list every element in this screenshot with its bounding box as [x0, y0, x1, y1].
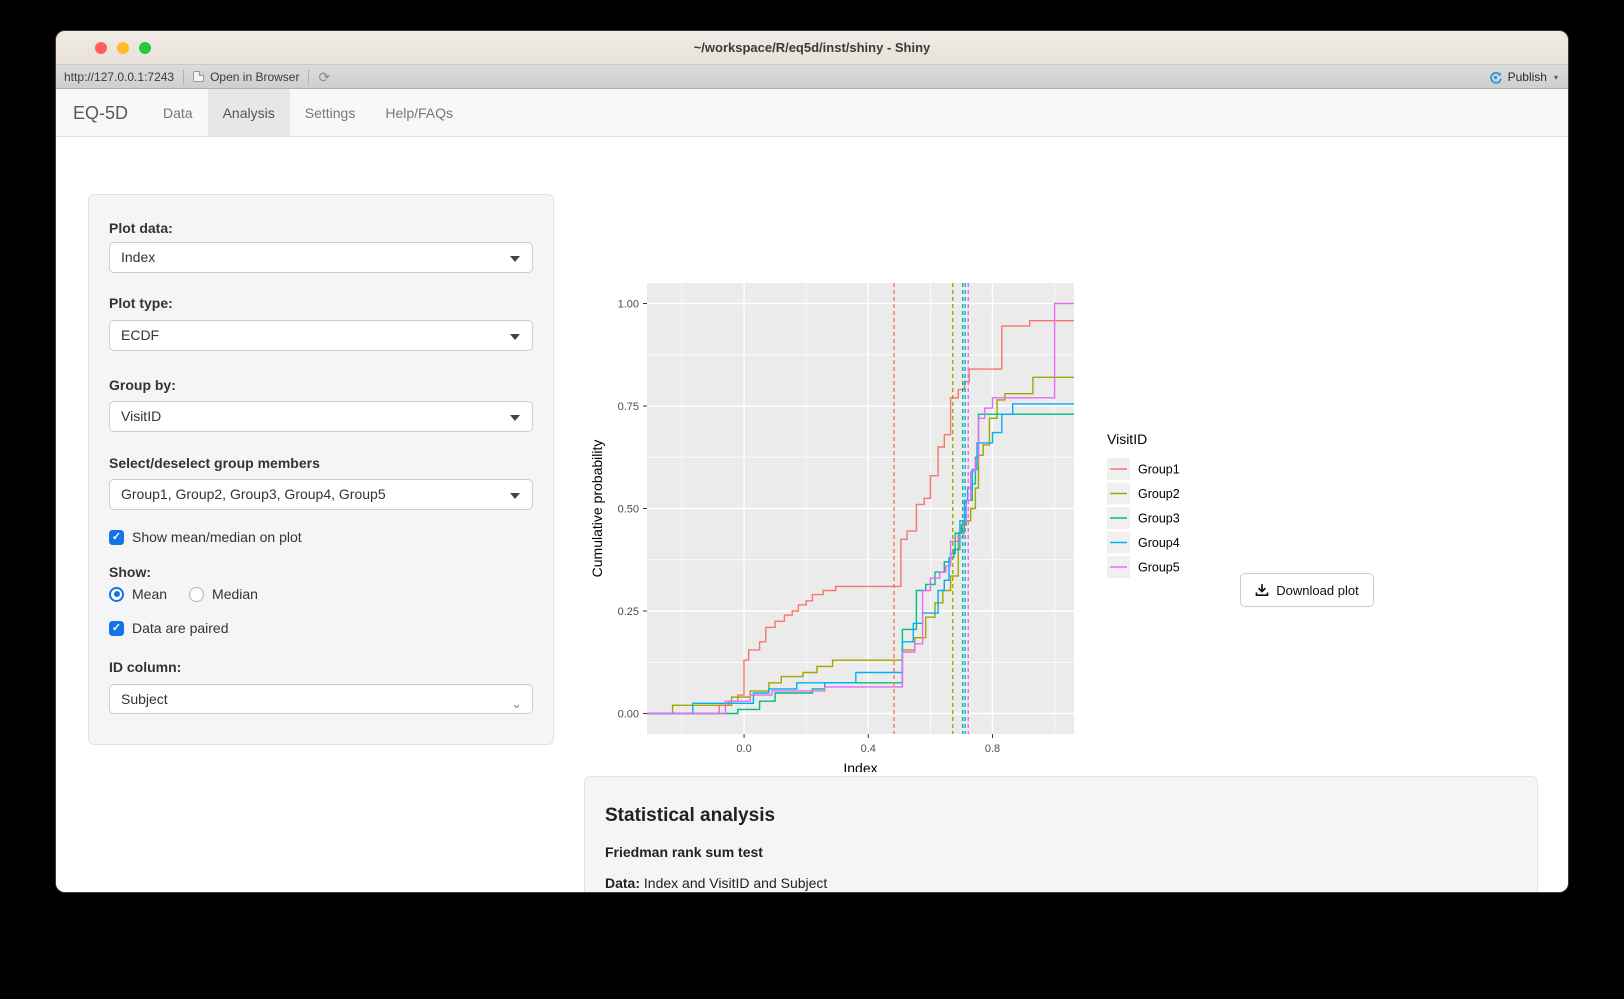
- id-column-select[interactable]: Subject ⌄: [109, 684, 533, 714]
- chevron-down-icon: ⌄: [511, 689, 522, 718]
- download-icon: [1255, 583, 1269, 597]
- stats-test-name: Friedman rank sum test: [605, 844, 1517, 860]
- app-brand: EQ-5D: [56, 89, 148, 136]
- radio-median-label: Median: [212, 586, 258, 602]
- publish-caret-icon: ▾: [1554, 73, 1558, 82]
- tab-help-faqs[interactable]: Help/FAQs: [370, 89, 468, 136]
- toolbar-divider: [183, 69, 184, 84]
- paired-checkbox-label: Data are paired: [132, 620, 229, 636]
- plot-data-select[interactable]: Index: [109, 242, 533, 273]
- group-by-select[interactable]: VisitID: [109, 401, 533, 432]
- x-tick-label: 0.4: [861, 743, 876, 755]
- publish-button[interactable]: Publish ▾: [1488, 65, 1558, 89]
- plot-data-value: Index: [121, 249, 155, 265]
- navbar: EQ-5D Data Analysis Settings Help/FAQs: [56, 89, 1568, 137]
- group-by-value: VisitID: [121, 408, 161, 424]
- show-mean-checkbox-row: ✓ Show mean/median on plot: [109, 529, 302, 545]
- main-content: Plot data: Index Plot type: ECDF Group b…: [56, 137, 1568, 892]
- title-bar: ~/workspace/R/eq5d/inst/shiny - Shiny: [56, 31, 1568, 65]
- legend-label-Group2: Group2: [1138, 487, 1180, 501]
- app-url: http://127.0.0.1:7243: [64, 70, 174, 84]
- x-axis-title: Index: [843, 760, 877, 772]
- tab-analysis[interactable]: Analysis: [208, 89, 290, 136]
- group-members-value: Group1, Group2, Group3, Group4, Group5: [121, 486, 386, 502]
- plot-type-label: Plot type:: [109, 295, 173, 311]
- download-plot-label: Download plot: [1276, 583, 1358, 598]
- stats-title: Statistical analysis: [605, 805, 1517, 827]
- plot-type-value: ECDF: [121, 327, 159, 343]
- caret-down-icon: [510, 415, 520, 421]
- y-tick-label: 0.75: [618, 401, 639, 413]
- toolbar-divider: [308, 69, 309, 84]
- group-members-label: Select/deselect group members: [109, 455, 320, 471]
- sidebar-panel: Plot data: Index Plot type: ECDF Group b…: [88, 194, 554, 745]
- reload-icon[interactable]: ⟳: [318, 70, 330, 84]
- plot-data-label: Plot data:: [109, 220, 173, 236]
- id-column-label: ID column:: [109, 659, 181, 675]
- y-axis-title: Cumulative probability: [589, 440, 605, 578]
- y-tick-label: 0.00: [618, 709, 639, 721]
- show-mean-checkbox[interactable]: ✓: [109, 530, 124, 545]
- publish-label: Publish: [1508, 70, 1547, 84]
- stats-data-label: Data:: [605, 875, 640, 891]
- open-in-browser-button[interactable]: Open in Browser: [193, 70, 299, 84]
- app-window: ~/workspace/R/eq5d/inst/shiny - Shiny ht…: [55, 30, 1569, 893]
- caret-down-icon: [510, 334, 520, 340]
- legend-label-Group1: Group1: [1138, 463, 1180, 477]
- legend-label-Group4: Group4: [1138, 536, 1180, 550]
- legend-label-Group5: Group5: [1138, 561, 1180, 575]
- legend-label-Group3: Group3: [1138, 512, 1180, 526]
- y-tick-label: 0.50: [618, 504, 639, 516]
- download-plot-button[interactable]: Download plot: [1240, 573, 1374, 607]
- id-column-value: Subject: [121, 691, 168, 707]
- x-tick-label: 0.0: [736, 743, 751, 755]
- tab-settings[interactable]: Settings: [290, 89, 371, 136]
- show-radio-group: Mean Median: [109, 586, 258, 602]
- shiny-toolbar: http://127.0.0.1:7243 Open in Browser ⟳ …: [56, 65, 1568, 89]
- y-tick-label: 1.00: [618, 299, 639, 311]
- paired-checkbox[interactable]: ✓: [109, 621, 124, 636]
- statistical-analysis-panel: Statistical analysis Friedman rank sum t…: [584, 776, 1538, 893]
- open-in-browser-label: Open in Browser: [210, 70, 299, 84]
- tab-data[interactable]: Data: [148, 89, 208, 136]
- browser-page-icon: [193, 71, 204, 82]
- radio-mean[interactable]: [109, 587, 124, 602]
- y-tick-label: 0.25: [618, 606, 639, 618]
- stats-data-line: Data: Index and VisitID and Subject: [605, 875, 1517, 891]
- group-by-label: Group by:: [109, 377, 176, 393]
- legend-title: VisitID: [1107, 431, 1147, 447]
- radio-median[interactable]: [189, 587, 204, 602]
- ecdf-plot: 0.0 0.4 0.8 0.00 0.25 0.50 0.75 1.00 Index Cumula…: [584, 272, 1251, 772]
- caret-down-icon: [510, 256, 520, 262]
- group-members-select[interactable]: Group1, Group2, Group3, Group4, Group5: [109, 479, 533, 510]
- caret-down-icon: [510, 493, 520, 499]
- show-label: Show:: [109, 564, 151, 580]
- stats-data-value: Index and VisitID and Subject: [640, 875, 827, 891]
- x-tick-label: 0.8: [985, 743, 1000, 755]
- window-title: ~/workspace/R/eq5d/inst/shiny - Shiny: [56, 31, 1568, 65]
- show-mean-checkbox-label: Show mean/median on plot: [132, 529, 302, 545]
- paired-checkbox-row: ✓ Data are paired: [109, 620, 229, 636]
- publish-icon: [1488, 70, 1503, 85]
- plot-type-select[interactable]: ECDF: [109, 320, 533, 351]
- radio-mean-label: Mean: [132, 586, 167, 602]
